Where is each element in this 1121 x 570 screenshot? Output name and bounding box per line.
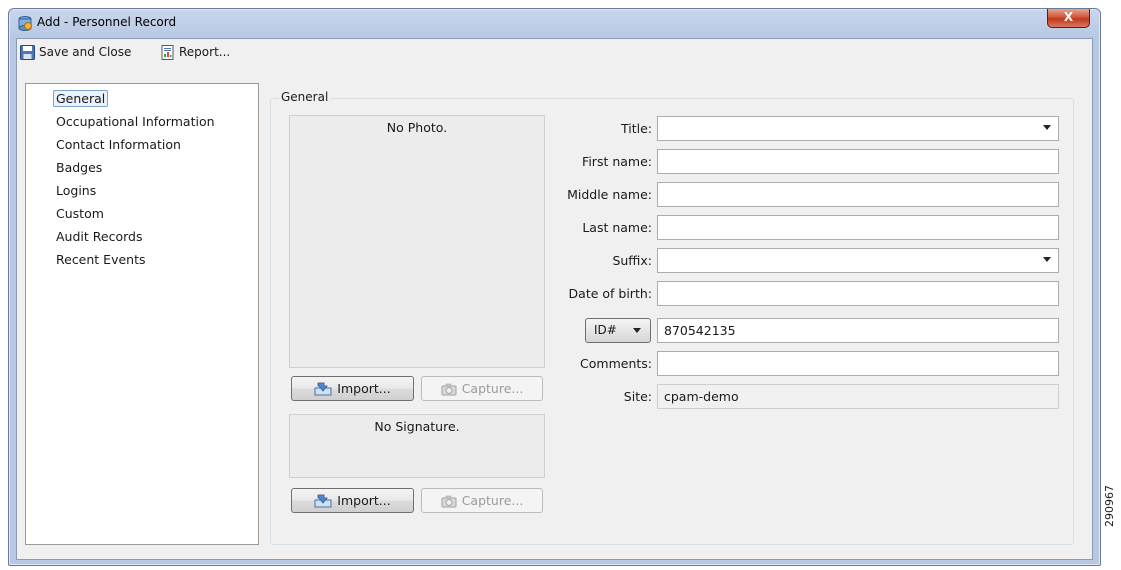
section-navigation: General Occupational Information Contact…: [25, 83, 259, 545]
import-photo-label: Import...: [337, 381, 391, 396]
first-name-field[interactable]: [657, 149, 1059, 174]
camera-icon: [441, 383, 457, 395]
photo-area: No Photo.: [289, 115, 545, 368]
nav-item-badges[interactable]: Badges: [54, 156, 217, 179]
capture-signature-label: Capture...: [461, 493, 524, 508]
save-and-close-label: Save and Close: [39, 45, 132, 59]
id-number-value: 870542135: [664, 323, 736, 338]
general-group-label: General: [279, 90, 331, 104]
comments-label: Comments:: [580, 356, 652, 371]
no-signature-text: No Signature.: [374, 419, 460, 434]
import-signature-label: Import...: [337, 493, 391, 508]
report-icon: [161, 44, 174, 60]
report-label: Report...: [179, 45, 231, 59]
import-signature-button[interactable]: Import...: [291, 488, 414, 513]
first-name-label: First name:: [582, 154, 652, 169]
date-of-birth-field[interactable]: [657, 281, 1059, 306]
chevron-down-icon: [633, 328, 641, 333]
close-button[interactable]: X: [1047, 9, 1090, 28]
figure-code: 290967: [1103, 485, 1116, 527]
capture-photo-button[interactable]: Capture...: [421, 376, 543, 401]
comments-field[interactable]: [657, 351, 1059, 376]
nav-item-custom[interactable]: Custom: [54, 202, 217, 225]
id-number-field[interactable]: 870542135: [657, 318, 1059, 343]
signature-area: No Signature.: [289, 414, 545, 478]
middle-name-label: Middle name:: [567, 187, 652, 202]
title-label: Title:: [621, 121, 652, 136]
nav-item-contact-information[interactable]: Contact Information: [54, 133, 217, 156]
id-type-dropdown[interactable]: ID#: [585, 318, 651, 343]
date-of-birth-label: Date of birth:: [568, 286, 652, 301]
import-photo-button[interactable]: Import...: [291, 376, 414, 401]
nav-item-occupational-information[interactable]: Occupational Information: [54, 110, 217, 133]
suffix-dropdown[interactable]: [657, 248, 1059, 273]
report-button[interactable]: Report...: [160, 42, 230, 62]
suffix-label: Suffix:: [612, 253, 652, 268]
no-photo-text: No Photo.: [386, 120, 448, 135]
capture-signature-button[interactable]: Capture...: [421, 488, 543, 513]
title-bar[interactable]: Add - Personnel Record X: [9, 9, 1100, 37]
import-icon: [314, 382, 332, 395]
nav-item-general[interactable]: General: [53, 87, 217, 110]
import-icon: [314, 494, 332, 507]
site-value: cpam-demo: [664, 389, 739, 404]
toolbar: Save and Close Report...: [17, 39, 1092, 65]
chevron-down-icon: [1043, 257, 1051, 262]
middle-name-field[interactable]: [657, 182, 1059, 207]
last-name-field[interactable]: [657, 215, 1059, 240]
site-label: Site:: [623, 389, 652, 404]
camera-icon: [441, 495, 457, 507]
nav-item-logins[interactable]: Logins: [54, 179, 217, 202]
last-name-label: Last name:: [582, 220, 652, 235]
title-dropdown[interactable]: [657, 116, 1059, 141]
capture-photo-label: Capture...: [461, 381, 524, 396]
section-list: General Occupational Information Contact…: [53, 87, 217, 271]
id-type-value: ID#: [594, 323, 617, 337]
window-title: Add - Personnel Record: [37, 15, 177, 29]
site-field: cpam-demo: [657, 384, 1059, 409]
chevron-down-icon: [1043, 125, 1051, 130]
save-and-close-button[interactable]: Save and Close: [20, 42, 131, 62]
nav-item-audit-records[interactable]: Audit Records: [54, 225, 217, 248]
floppy-disk-icon: [20, 44, 35, 60]
personnel-record-icon: [18, 16, 32, 31]
nav-item-recent-events[interactable]: Recent Events: [54, 248, 217, 271]
